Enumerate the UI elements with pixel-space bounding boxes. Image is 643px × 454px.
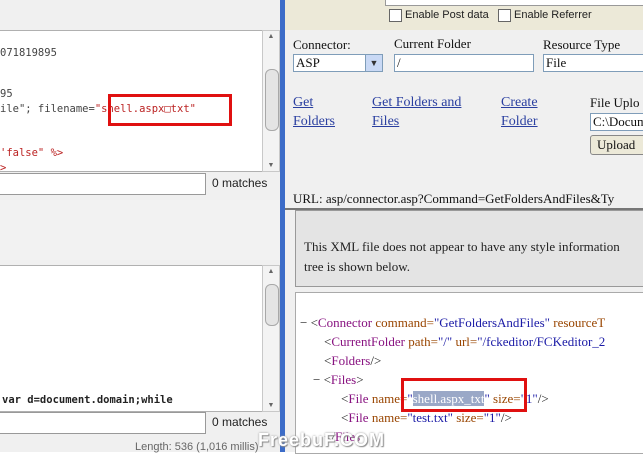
left-pane: 071819895 95 ile"; filename="shell.aspx□…: [0, 0, 280, 453]
xml-value: "test.txt": [407, 410, 453, 425]
xml-currentfolder-line: <CurrentFolder path="/" url="/fckeditor/…: [324, 332, 605, 351]
file-path-input[interactable]: C:\Docum: [590, 113, 643, 131]
file-path-value: C:\Docum: [593, 114, 643, 129]
code-line-false: 'false" %>: [0, 147, 64, 159]
xml-attr: command=: [372, 315, 434, 330]
resource-type-label: Resource Type: [543, 37, 621, 52]
connector-value: ASP: [296, 55, 320, 70]
xml-attr: size=: [452, 410, 484, 425]
pane-separator: [0, 200, 280, 260]
request-field[interactable]: [385, 0, 643, 6]
vertical-scrollbar-bottom[interactable]: ▲ ▼: [262, 265, 280, 412]
watermark: FreebuF.COM: [258, 430, 386, 450]
get-folders-and-files-link[interactable]: Get Folders and Files: [372, 93, 461, 131]
xml-value: "GetFoldersAndFiles": [433, 315, 550, 330]
current-folder-value: /: [397, 55, 401, 70]
xml-punc: />: [537, 391, 549, 406]
scroll-up-icon[interactable]: ▲: [263, 268, 279, 275]
current-folder-label: Current Folder: [394, 36, 471, 51]
notice-line-2: tree is shown below.: [304, 259, 411, 274]
file-upload-label: File Uplo: [590, 95, 640, 110]
filename-highlight-box: [108, 94, 232, 126]
referrer-label: Enable Referrer: [514, 9, 592, 21]
xml-attr: resourceT: [550, 315, 606, 330]
current-folder-input[interactable]: /: [394, 54, 534, 72]
xml-tag: CurrentFolder: [331, 334, 405, 349]
code-line-script: var d=document.domain;while: [2, 394, 173, 406]
xml-tag: Folders: [331, 353, 371, 368]
resource-type-select[interactable]: File: [543, 54, 643, 72]
notice-line-1: This XML file does not appear to have an…: [304, 239, 620, 254]
resource-type-value: File: [546, 55, 567, 70]
code-line-tail: >: [0, 162, 7, 172]
file-name-highlight-box: [401, 378, 527, 412]
xml-attr: url=: [452, 334, 478, 349]
xml-value: "/": [437, 334, 453, 349]
xml-files-line: − <Files>: [313, 370, 364, 389]
link-text-line1: Get: [293, 95, 314, 110]
create-folder-link[interactable]: Create Folder: [501, 93, 538, 131]
collapse-toggle[interactable]: − <: [313, 372, 331, 387]
xml-value: "/fckeditor/FCKeditor_2: [477, 334, 606, 349]
connector-select[interactable]: ASP ▼: [293, 54, 383, 72]
xml-punc: />: [370, 353, 382, 368]
scroll-up-icon[interactable]: ▲: [263, 33, 279, 40]
matches-count-bottom: 0 matches: [212, 415, 268, 429]
xml-tag: File: [348, 391, 369, 406]
matches-count-top: 0 matches: [212, 176, 268, 190]
request-toolbar: Enable Post data Enable Referrer: [285, 0, 643, 30]
find-input-bottom[interactable]: [0, 412, 206, 434]
xml-tag: Connector: [317, 315, 373, 330]
connector-label: Connector:: [293, 37, 351, 52]
xml-attr: name=: [368, 410, 408, 425]
xml-punc: >: [356, 372, 364, 387]
upload-button[interactable]: Upload: [590, 135, 643, 155]
xml-punc: />: [500, 410, 512, 425]
xml-tag: Files: [330, 372, 357, 387]
vertical-scrollbar-top[interactable]: ▲ ▼: [262, 30, 280, 172]
scroll-down-icon[interactable]: ▼: [263, 162, 279, 169]
xml-connector-line: − <Connector command="GetFoldersAndFiles…: [300, 313, 605, 332]
link-text-line2: Files: [372, 114, 400, 129]
link-text-line2: Folder: [501, 114, 538, 129]
xml-folders-line: <Folders/>: [324, 351, 381, 370]
scroll-down-icon[interactable]: ▼: [263, 402, 279, 409]
chevron-down-icon[interactable]: ▼: [365, 55, 382, 71]
get-folders-link[interactable]: Get Folders: [293, 93, 335, 131]
referrer-checkbox[interactable]: [498, 9, 511, 22]
scroll-thumb[interactable]: [265, 69, 279, 131]
xml-value: "1": [483, 410, 501, 425]
post-data-checkbox[interactable]: [389, 9, 402, 22]
find-input-top[interactable]: [0, 173, 206, 195]
response-length: Length: 536 (1,016 millis): [135, 441, 259, 453]
right-pane: Enable Post data Enable Referrer Connect…: [285, 0, 643, 454]
post-data-label: Enable Post data: [405, 9, 489, 21]
collapse-toggle[interactable]: − <: [300, 315, 318, 330]
filename-prefix: ile"; filename=: [0, 103, 95, 115]
notice-text: This XML file does not appear to have an…: [304, 237, 643, 277]
link-text-line1: Get Folders and: [372, 95, 462, 110]
link-text-line2: Folders: [293, 114, 335, 129]
code-line-id: 071819895: [0, 47, 57, 59]
link-text-line1: Create: [501, 95, 538, 110]
xml-style-notice: This XML file does not appear to have an…: [295, 210, 643, 287]
xml-attr: path=: [405, 334, 438, 349]
code-line-95: 95: [0, 88, 13, 100]
xml-tag: File: [348, 410, 369, 425]
scroll-thumb[interactable]: [265, 284, 279, 326]
source-view-bottom[interactable]: var d=document.domain;while: [0, 265, 263, 412]
request-url: URL: asp/connector.asp?Command=GetFolder…: [293, 191, 615, 206]
